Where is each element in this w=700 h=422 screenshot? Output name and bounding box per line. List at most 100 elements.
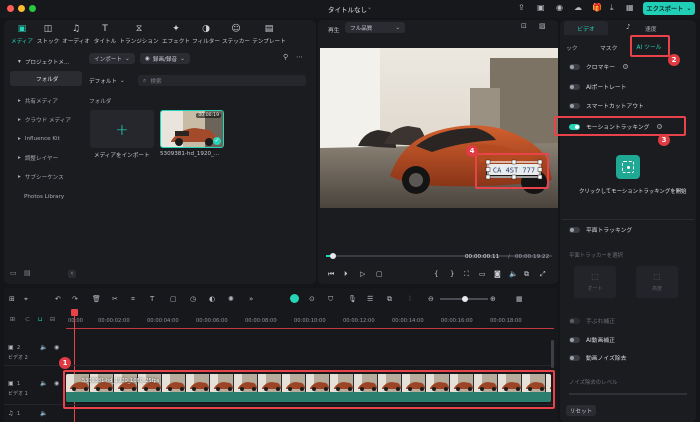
- sidebar-item-photos-library[interactable]: Photos Library: [10, 189, 82, 204]
- download-icon[interactable]: ⤓: [610, 3, 614, 13]
- export-button[interactable]: エクスポート ⌄: [643, 2, 695, 15]
- close-window-button[interactable]: [7, 5, 14, 12]
- mark-out-icon[interactable]: }: [450, 270, 454, 278]
- tab-stock[interactable]: ◫ ストック: [35, 24, 61, 45]
- sort-dropdown[interactable]: デフォルト ⌄: [89, 77, 125, 85]
- sidebar-item-influence-kit[interactable]: ▸ Influence Kit: [10, 131, 82, 146]
- gift-icon[interactable]: 🎁: [592, 3, 602, 12]
- magnet-icon[interactable]: ⊔: [38, 316, 43, 323]
- start-motion-tracking-button[interactable]: [616, 155, 640, 179]
- minimize-window-button[interactable]: [18, 5, 25, 12]
- tab-filter[interactable]: ◑ フィルター: [192, 24, 220, 45]
- select-tool-icon[interactable]: ⌖: [24, 295, 28, 304]
- ai-video-enhance-row[interactable]: AI動画補正: [569, 335, 615, 344]
- crop-icon[interactable]: ⧉: [524, 270, 529, 279]
- audio-tab-icon[interactable]: ♪: [626, 23, 630, 31]
- chevron-down-icon[interactable]: ⌄: [367, 4, 372, 11]
- tab-transition[interactable]: ⧖ トランジション: [119, 24, 158, 45]
- chroma-key-toggle[interactable]: [569, 63, 580, 70]
- collapse-sidebar-button[interactable]: ‹: [68, 270, 76, 278]
- stabilization-row[interactable]: 手ぶれ補正: [569, 316, 615, 325]
- add-track-icon[interactable]: ⊞: [10, 316, 15, 323]
- import-media-tile[interactable]: +: [90, 110, 154, 148]
- markers-icon[interactable]: ⫶: [409, 295, 411, 304]
- plane-advanced-option[interactable]: ⬚ 高度: [636, 266, 678, 298]
- track-settings-icon[interactable]: ⊟: [50, 316, 55, 323]
- layout-grid-icon[interactable]: ⊞: [9, 295, 15, 303]
- stabilization-toggle[interactable]: [569, 317, 580, 324]
- zoom-slider[interactable]: [440, 296, 488, 302]
- crop-tool-icon[interactable]: ⌗: [131, 295, 135, 304]
- tab-effect[interactable]: ✦ エフェクト: [162, 24, 190, 45]
- record-dropdown[interactable]: ◉ 録画/録音 ⌄: [140, 53, 190, 64]
- quality-dropdown[interactable]: フル品質 ⌄: [345, 22, 405, 33]
- new-folder-icon[interactable]: ▭: [10, 269, 17, 277]
- media-clip-thumbnail[interactable]: 00:00:19 ✓: [160, 110, 224, 148]
- monitor-icon[interactable]: ▭: [479, 270, 486, 278]
- tab-media[interactable]: ▣ メディア: [9, 24, 35, 45]
- render-icon[interactable]: ⊡: [521, 22, 527, 30]
- preview-render-icon[interactable]: ⧉: [387, 295, 392, 304]
- fullscreen-icon[interactable]: ⛶: [464, 270, 469, 279]
- delete-icon[interactable]: 🗑: [92, 295, 101, 303]
- sidebar-item-cloud-media[interactable]: ▸ クラウド メディア: [10, 112, 82, 127]
- import-dropdown[interactable]: インポート ⌄: [89, 53, 135, 64]
- save-icon[interactable]: ▣: [537, 3, 545, 12]
- zoom-in-icon[interactable]: ⊕: [490, 295, 496, 303]
- microphone-icon[interactable]: 🎙: [348, 295, 357, 303]
- sidebar-item-folder[interactable]: フォルダ: [10, 71, 82, 86]
- maximize-window-button[interactable]: [29, 5, 36, 12]
- redo-icon[interactable]: ↷: [72, 295, 78, 303]
- eye-icon[interactable]: ◉: [54, 380, 59, 387]
- play-icon[interactable]: ▷: [360, 270, 365, 278]
- sidebar-item-adjustment-layer[interactable]: ▸ 調整レイヤー: [10, 150, 82, 165]
- help-icon[interactable]: ?: [623, 64, 628, 69]
- camera-icon[interactable]: ◙: [494, 270, 501, 278]
- speaker-icon[interactable]: 🔈: [40, 344, 47, 351]
- layout-icon[interactable]: ▦: [626, 3, 634, 12]
- stop-icon[interactable]: ▢: [376, 270, 383, 278]
- speed-icon[interactable]: ◷: [190, 295, 196, 303]
- snapshot-icon[interactable]: ▨: [539, 22, 546, 30]
- search-input[interactable]: ⌕ 検索: [138, 75, 306, 86]
- timeline-vertical-scrollbar[interactable]: [551, 340, 554, 368]
- scissors-icon[interactable]: ✂: [112, 295, 118, 303]
- tab-sticker[interactable]: ☺ ステッカー: [222, 24, 250, 45]
- sidebar-item-subsequence[interactable]: ▸ サブシーケンス: [10, 169, 82, 184]
- speaker-icon[interactable]: 🔈: [40, 380, 47, 387]
- sidebar-item-shared-media[interactable]: ▸ 共有メディア: [10, 93, 82, 108]
- zoom-handle[interactable]: [462, 296, 468, 302]
- speaker-icon[interactable]: 🔈: [40, 410, 47, 417]
- eye-icon[interactable]: ◉: [54, 344, 59, 351]
- plane-tracking-toggle[interactable]: [569, 226, 580, 233]
- reset-button[interactable]: リセット: [566, 405, 596, 416]
- tab-title[interactable]: T タイトル: [92, 24, 118, 45]
- sidebar-item-project-media[interactable]: ▾ プロジェクトメ...: [10, 54, 82, 69]
- view-options-icon[interactable]: ▦: [516, 295, 523, 303]
- tab-audio[interactable]: ♫ オーディオ: [62, 24, 90, 45]
- link-icon[interactable]: ⊂: [25, 316, 30, 323]
- smart-cutout-toggle[interactable]: [569, 102, 580, 109]
- expand-icon[interactable]: ⤢: [540, 270, 546, 279]
- ai-video-enhance-toggle[interactable]: [569, 336, 580, 343]
- auto-ripple-icon[interactable]: ⊙: [309, 295, 315, 303]
- plane-auto-option[interactable]: ⬚ オート: [574, 266, 616, 298]
- undo-icon[interactable]: ↶: [55, 295, 61, 303]
- previous-frame-icon[interactable]: ⏮: [328, 270, 334, 279]
- chroma-key-row[interactable]: クロマキー ?: [569, 62, 628, 71]
- folder-icon[interactable]: ▤: [24, 269, 31, 277]
- upload-icon[interactable]: ⇪: [518, 3, 525, 12]
- text-tool-icon[interactable]: T: [150, 295, 154, 303]
- noise-level-slider[interactable]: [569, 393, 687, 395]
- shield-icon[interactable]: ⛉: [328, 295, 333, 304]
- smart-cutout-row[interactable]: スマートカットアウト: [569, 101, 644, 110]
- volume-icon[interactable]: 🔈: [509, 270, 518, 278]
- mark-in-icon[interactable]: {: [434, 270, 438, 278]
- video-denoise-row[interactable]: 動画ノイズ除去: [569, 353, 626, 362]
- more-tools-icon[interactable]: »: [249, 295, 253, 303]
- tab-template[interactable]: ▤ テンプレート: [252, 24, 285, 45]
- ai-portrait-toggle[interactable]: [569, 83, 580, 90]
- effects-icon[interactable]: ✺: [228, 295, 234, 303]
- zoom-out-icon[interactable]: ⊖: [428, 295, 434, 303]
- account-icon[interactable]: ◉: [556, 3, 563, 12]
